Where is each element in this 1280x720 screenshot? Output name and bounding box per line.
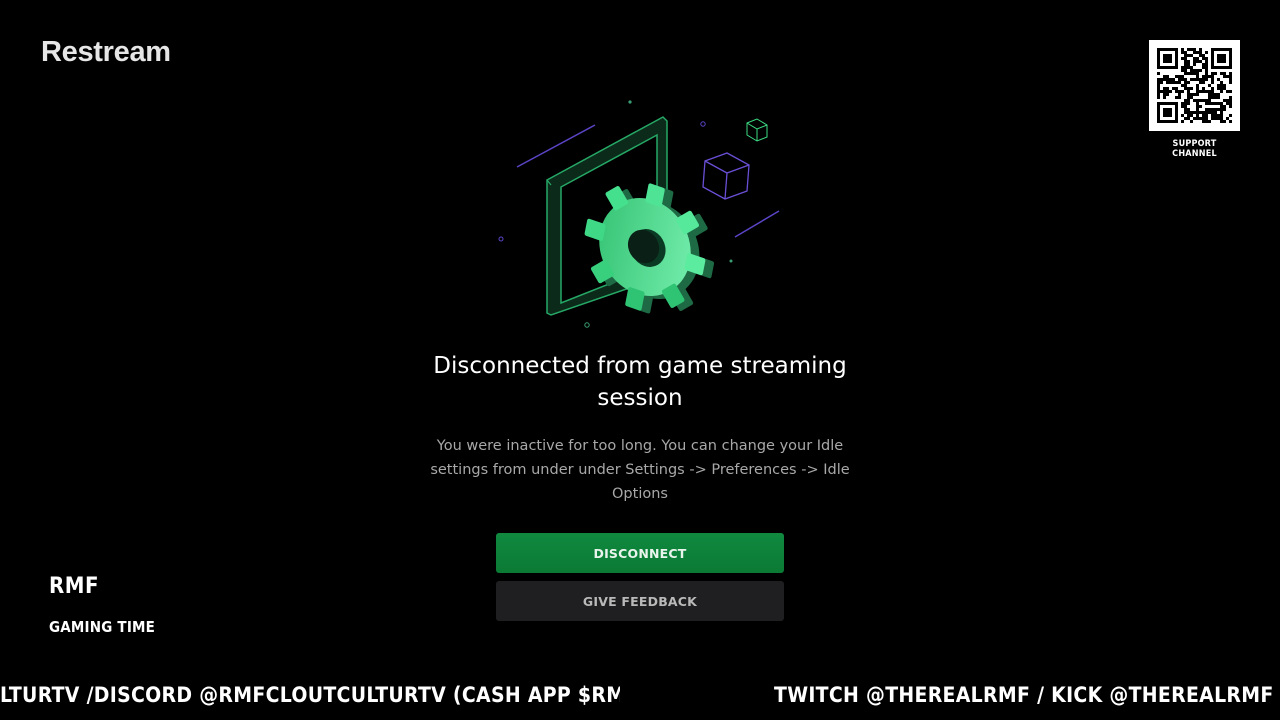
give-feedback-button[interactable]: GIVE FEEDBACK <box>496 581 784 621</box>
qr-caption: SUPPORT CHANNEL <box>1172 139 1217 159</box>
dialog-title: Disconnected from game streaming session <box>433 353 847 411</box>
dialog-message: You were inactive for too long. You can … <box>430 438 850 502</box>
deco-dot <box>700 121 706 127</box>
qr-code-icon <box>1149 40 1240 131</box>
deco-line <box>734 210 780 238</box>
gear-window-illustration <box>498 100 780 328</box>
deco-dot <box>584 322 590 328</box>
support-qr-panel: SUPPORT CHANNEL <box>1149 40 1240 159</box>
overlay-subtitle: GAMING TIME <box>49 618 156 636</box>
restream-logo: Restream <box>41 36 171 68</box>
ticker-left: LTURTV /DISCORD @RMFCLOUTCULTURTV (CASH … <box>0 683 620 707</box>
overlay-channel-name: RMF <box>49 574 99 599</box>
disconnect-button[interactable]: DISCONNECT <box>496 533 784 573</box>
stream-screen: Restream SUPPORT CHANNEL Disconnected fr… <box>0 0 1280 720</box>
ticker-right: TWITCH @THEREALRMF / KICK @THEREALRMF / … <box>774 683 1280 707</box>
deco-dot <box>628 100 632 104</box>
deco-dot <box>729 259 733 263</box>
wireframe-cube-icon <box>702 152 750 200</box>
small-cube-icon <box>746 118 768 142</box>
deco-dot <box>498 236 504 242</box>
